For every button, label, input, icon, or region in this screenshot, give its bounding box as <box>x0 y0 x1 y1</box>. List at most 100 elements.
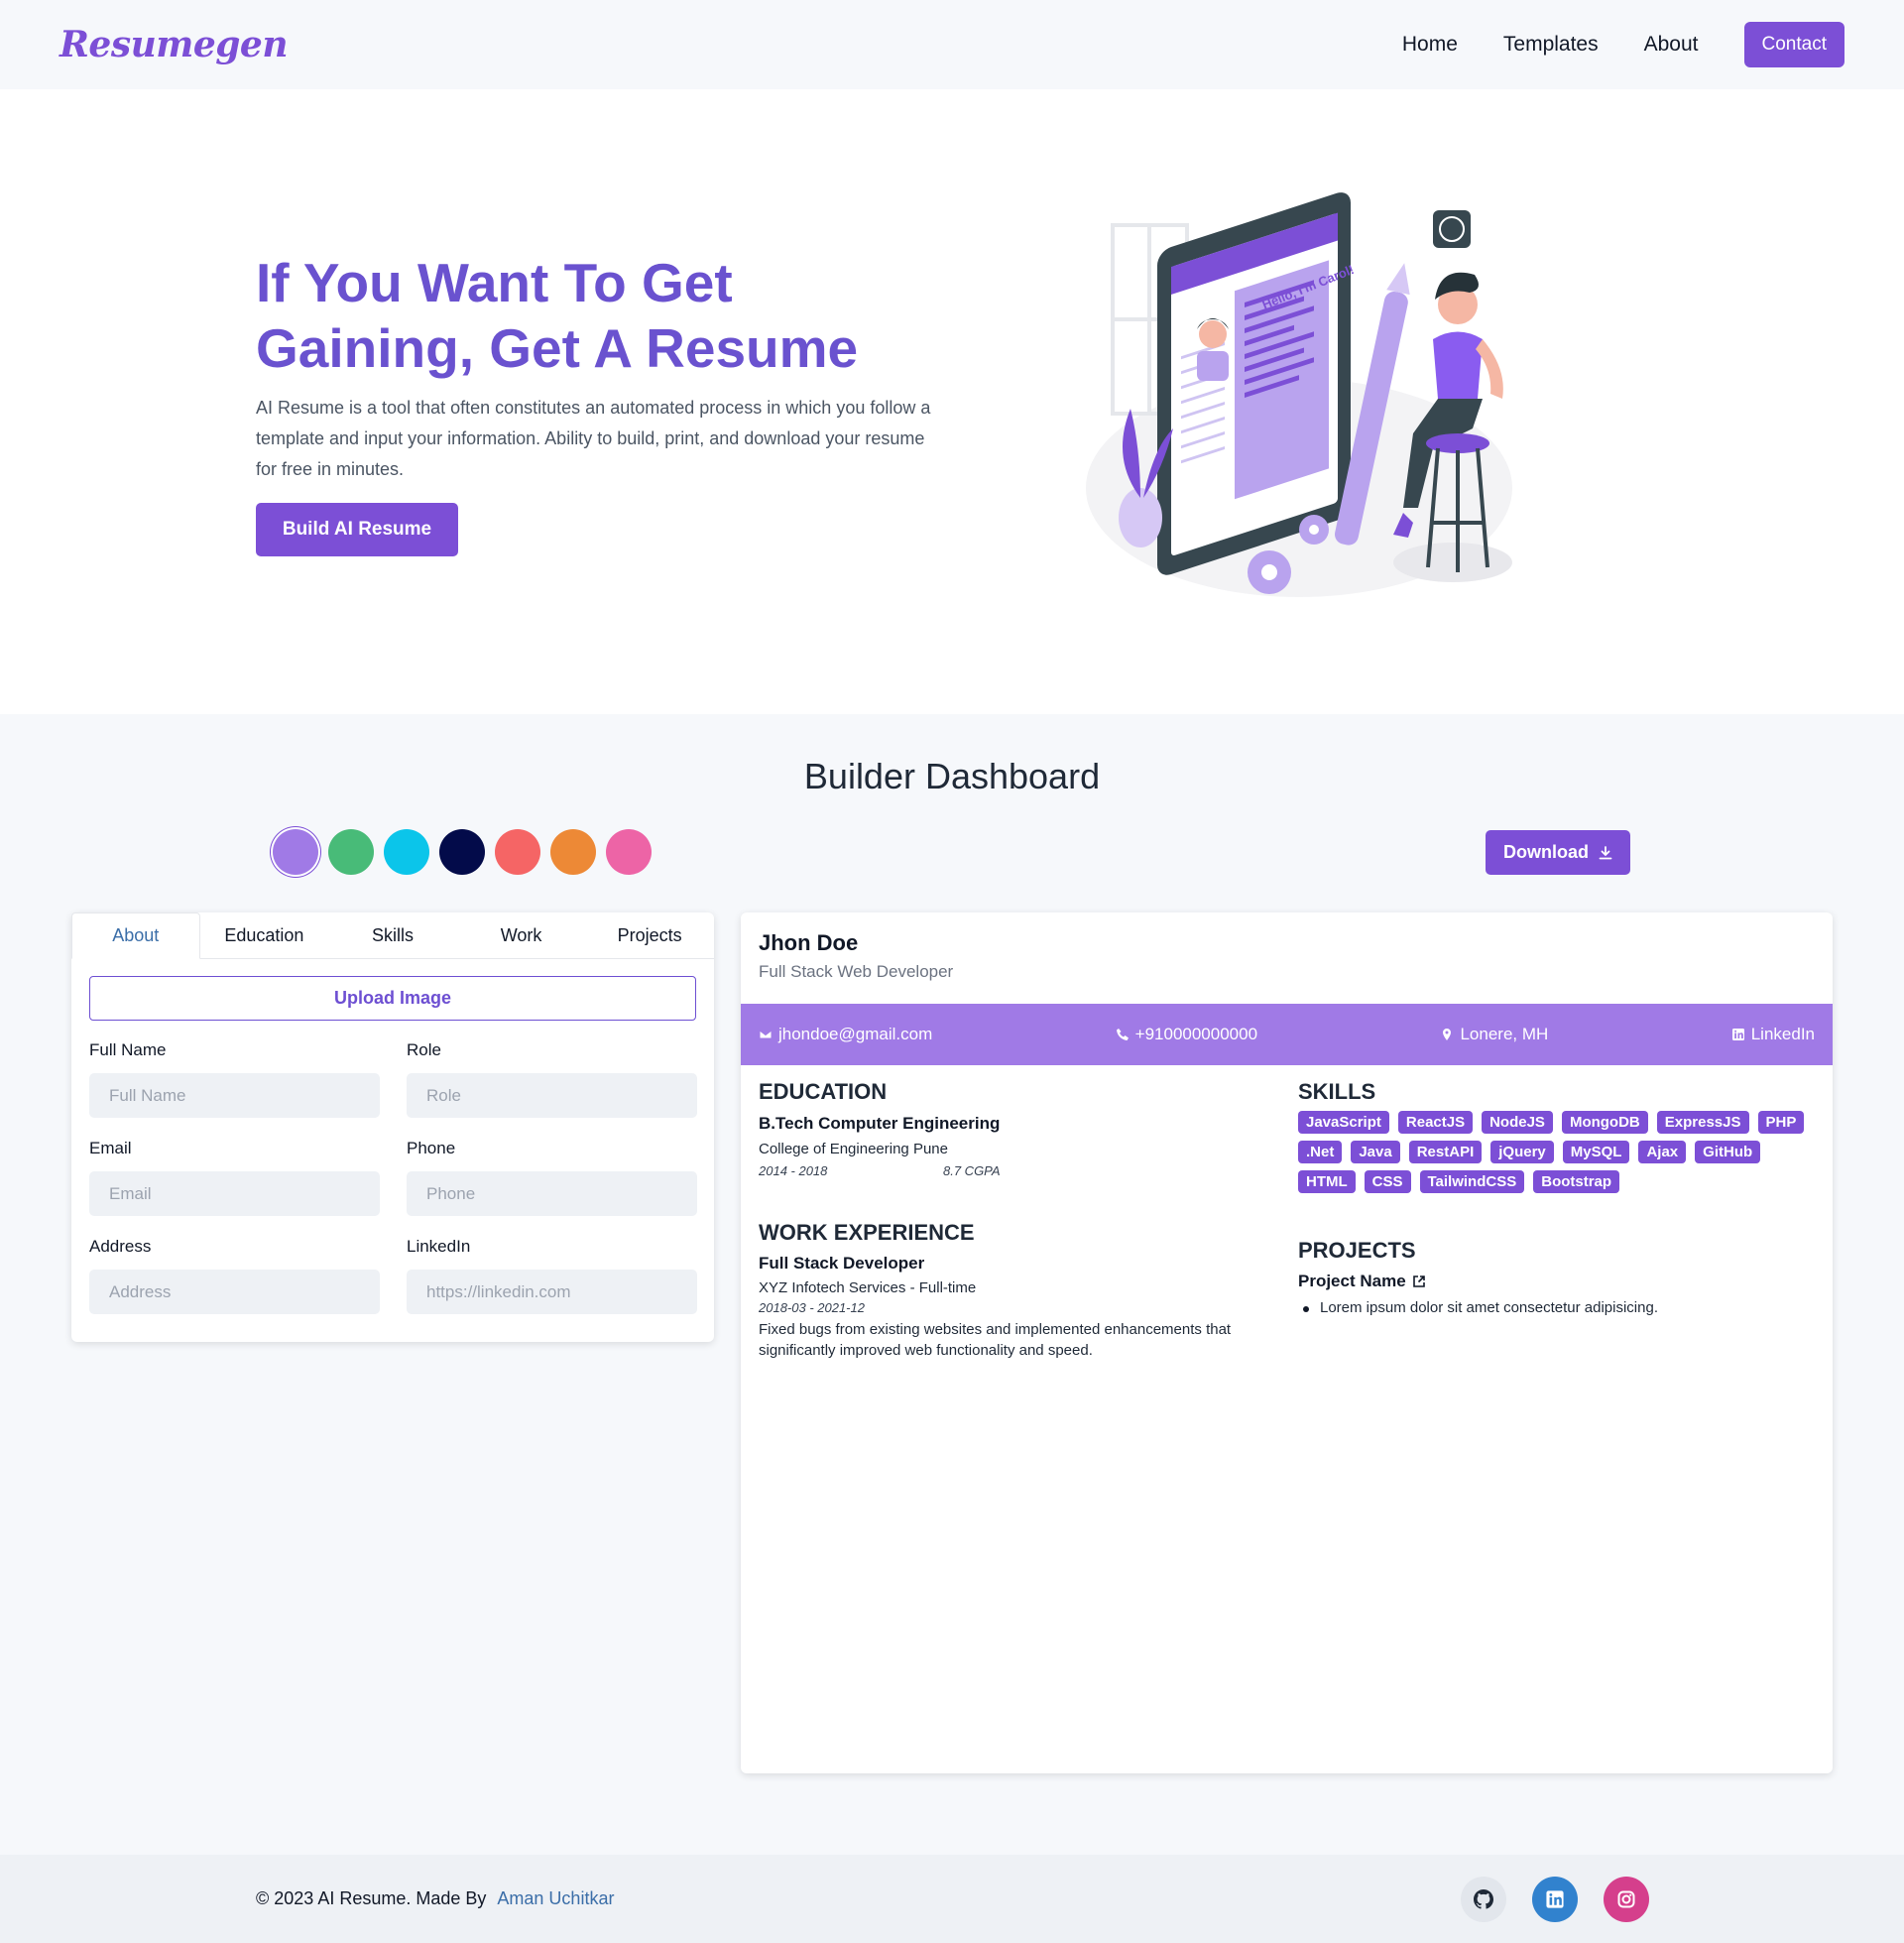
skill-badge: TailwindCSS <box>1419 1170 1525 1193</box>
hero-section: If You Want To Get Gaining, Get A Resume… <box>0 89 1904 714</box>
download-button[interactable]: Download <box>1486 830 1630 875</box>
instagram-icon <box>1617 1890 1635 1908</box>
address-input[interactable] <box>89 1270 380 1314</box>
skill-badge: HTML <box>1298 1170 1356 1193</box>
hero-description: AI Resume is a tool that often constitut… <box>256 398 931 479</box>
download-label: Download <box>1503 842 1589 862</box>
hero-illustration: Hello, I'm Carol! <box>1086 192 1512 597</box>
linkedin-button[interactable] <box>1532 1877 1578 1922</box>
top-navbar: Resumegen Home Templates About Contact <box>0 0 1904 89</box>
work-company: XYZ Infotech Services - Full-time <box>759 1279 977 1296</box>
phone-label: Phone <box>407 1139 456 1157</box>
skill-badge: PHP <box>1757 1111 1805 1134</box>
contact-location-text: Lonere, MH <box>1460 1025 1549 1043</box>
footer: © 2023 AI Resume. Made By Aman Uchitkar <box>0 1855 1904 1943</box>
hero-title: If You Want To Get Gaining, Get A Resume <box>256 252 859 379</box>
tab-work[interactable]: Work <box>457 912 586 958</box>
education-college: College of Engineering Pune <box>759 1141 948 1157</box>
instagram-button[interactable] <box>1604 1877 1649 1922</box>
skill-badge: NodeJS <box>1482 1111 1553 1134</box>
external-link-icon <box>1412 1275 1425 1287</box>
linkedin-icon <box>1731 1029 1744 1040</box>
build-ai-resume-button[interactable]: Build AI Resume <box>256 503 458 556</box>
location-pin-icon <box>1443 1029 1452 1040</box>
skill-badge: CSS <box>1364 1170 1411 1193</box>
projects-heading: PROJECTS <box>1298 1238 1416 1263</box>
skill-badge: Java <box>1351 1141 1400 1163</box>
linkedin-label: LinkedIn <box>407 1237 471 1256</box>
color-swatch-red[interactable] <box>495 829 540 875</box>
color-swatch-purple[interactable] <box>273 829 318 875</box>
skill-badge: RestAPI <box>1408 1141 1483 1163</box>
skills-heading: SKILLS <box>1298 1079 1376 1104</box>
full-name-label: Full Name <box>89 1040 167 1059</box>
contact-phone[interactable]: +910000000000 <box>1116 1025 1257 1044</box>
email-label: Email <box>89 1139 132 1157</box>
color-swatch-navy[interactable] <box>439 829 485 875</box>
nav-link-templates[interactable]: Templates <box>1503 33 1599 57</box>
skill-badge: .Net <box>1298 1141 1343 1163</box>
color-swatch-green[interactable] <box>328 829 374 875</box>
role-input[interactable] <box>407 1073 697 1118</box>
builder-dashboard: Builder Dashboard Download About Educati… <box>0 714 1904 1855</box>
color-swatches <box>273 829 652 875</box>
tab-skills[interactable]: Skills <box>328 912 457 958</box>
education-degree: B.Tech Computer Engineering <box>759 1114 1001 1133</box>
footer-text: © 2023 AI Resume. Made By <box>256 1888 487 1908</box>
color-swatch-pink[interactable] <box>606 829 652 875</box>
dashboard-title: Builder Dashboard <box>803 756 1101 796</box>
contact-linkedin[interactable]: LinkedIn <box>1731 1025 1815 1044</box>
resume-form-card: About Education Skills Work Projects Upl… <box>71 912 714 1342</box>
tab-about[interactable]: About <box>71 912 200 959</box>
nav-link-home[interactable]: Home <box>1402 33 1458 57</box>
skill-badge: MongoDB <box>1561 1111 1648 1134</box>
skill-badge: Ajax <box>1638 1141 1687 1163</box>
role-label: Role <box>407 1040 441 1059</box>
tab-projects[interactable]: Projects <box>585 912 714 958</box>
footer-author-link[interactable]: Aman Uchitkar <box>497 1888 614 1908</box>
github-button[interactable] <box>1461 1877 1506 1922</box>
footer-copyright: © 2023 AI Resume. Made By Aman Uchitkar <box>256 1888 614 1909</box>
logo[interactable]: Resumegen <box>60 24 289 65</box>
contact-linkedin-text: LinkedIn <box>1750 1025 1815 1043</box>
education-years: 2014 - 2018 <box>759 1163 828 1178</box>
work-description: Fixed bugs from existing websites and im… <box>759 1321 1232 1359</box>
skill-badge: Bootstrap <box>1533 1170 1620 1193</box>
nav-links: Home Templates About Contact <box>1402 22 1844 67</box>
skill-badge: jQuery <box>1490 1141 1554 1163</box>
contact-button[interactable]: Contact <box>1743 22 1844 67</box>
full-name-input[interactable] <box>89 1073 380 1118</box>
nav-link-about[interactable]: About <box>1644 33 1699 57</box>
phone-input[interactable] <box>407 1171 697 1216</box>
work-job-title: Full Stack Developer <box>759 1254 925 1273</box>
education-heading: EDUCATION <box>759 1079 888 1104</box>
education-cgpa: 8.7 CGPA <box>943 1163 1001 1178</box>
project-description: Lorem ipsum dolor sit amet consectetur a… <box>1303 1299 1658 1316</box>
work-dates: 2018-03 - 2021-12 <box>759 1300 865 1315</box>
resume-preview: Jhon Doe Full Stack Web Developer jhondo… <box>741 912 1833 1773</box>
email-input[interactable] <box>89 1171 380 1216</box>
address-label: Address <box>89 1237 152 1256</box>
phone-icon <box>1116 1029 1129 1040</box>
project-name-link[interactable]: Project Name <box>1298 1272 1426 1291</box>
tab-education[interactable]: Education <box>200 912 329 958</box>
resume-name: Jhon Doe <box>759 930 859 955</box>
contact-email-text: jhondoe@gmail.com <box>778 1025 933 1043</box>
skill-badge: ReactJS <box>1397 1111 1474 1134</box>
skills-list: JavaScript ReactJS NodeJS MongoDB Expres… <box>1298 1111 1814 1193</box>
skill-badge: GitHub <box>1695 1141 1761 1163</box>
linkedin-icon <box>1546 1890 1564 1908</box>
linkedin-input[interactable] <box>407 1270 697 1314</box>
project-name: Project Name <box>1298 1272 1406 1290</box>
color-swatch-cyan[interactable] <box>384 829 429 875</box>
contact-email[interactable]: jhondoe@gmail.com <box>759 1025 932 1044</box>
resume-role: Full Stack Web Developer <box>759 962 954 981</box>
form-tabs: About Education Skills Work Projects <box>71 912 714 959</box>
upload-image-button[interactable]: Upload Image <box>89 976 696 1021</box>
download-icon <box>1599 845 1612 859</box>
color-swatch-orange[interactable] <box>550 829 596 875</box>
skill-badge: MySQL <box>1562 1141 1630 1163</box>
skill-badge: JavaScript <box>1298 1111 1389 1134</box>
mail-icon <box>759 1030 773 1039</box>
contact-phone-text: +910000000000 <box>1134 1025 1258 1043</box>
